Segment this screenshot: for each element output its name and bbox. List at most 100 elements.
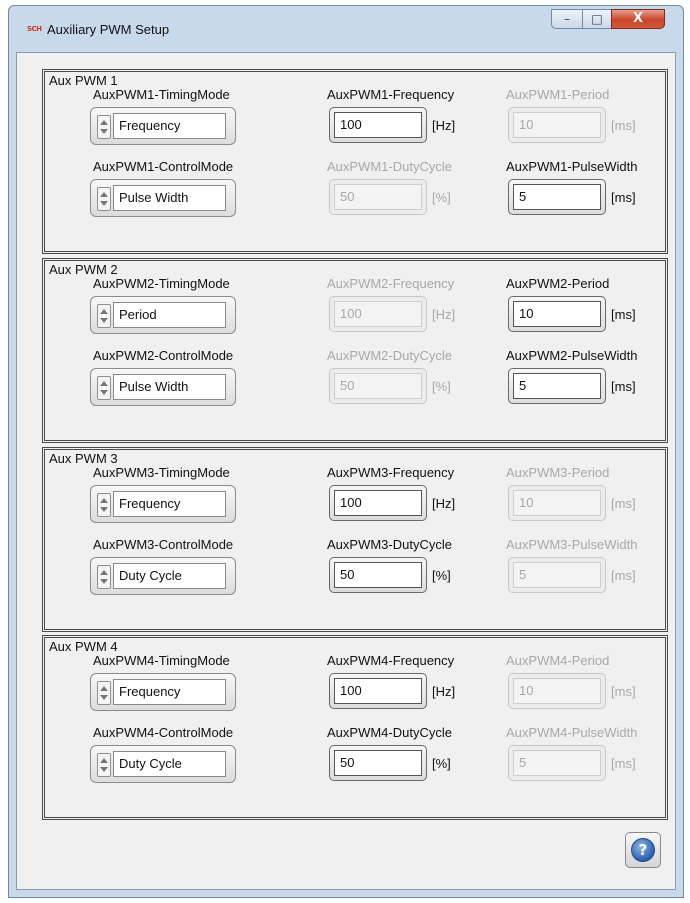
decrement-arrow-icon[interactable] — [100, 579, 108, 584]
timing-mode-value[interactable]: Frequency — [113, 113, 226, 139]
timing-mode-label: AuxPWM2-TimingMode — [93, 276, 230, 291]
frequency-unit: [Hz] — [432, 307, 456, 322]
pulsewidth-numeric-control[interactable]: 5 — [508, 368, 606, 404]
pulsewidth-label: AuxPWM4-PulseWidth — [506, 725, 638, 740]
increment-arrow-icon[interactable] — [100, 498, 108, 503]
window-title: Auxiliary PWM Setup — [47, 22, 170, 37]
timing-mode-ring[interactable]: Period — [90, 296, 236, 334]
frequency-label: AuxPWM4-Frequency — [327, 653, 455, 668]
period-unit: [ms] — [611, 307, 636, 322]
pulsewidth-input[interactable]: 5 — [513, 184, 601, 210]
pulsewidth-label: AuxPWM1-PulseWidth — [506, 159, 638, 174]
timing-mode-increment-decrement-icon[interactable] — [97, 681, 111, 705]
frequency-numeric-control[interactable]: 100 — [329, 107, 427, 143]
timing-mode-increment-decrement-icon[interactable] — [97, 304, 111, 328]
timing-mode-label: AuxPWM1-TimingMode — [93, 87, 230, 102]
decrement-arrow-icon[interactable] — [100, 129, 108, 134]
dutycycle-numeric-control[interactable]: 50 — [329, 745, 427, 781]
control-mode-increment-decrement-icon[interactable] — [97, 187, 111, 211]
timing-mode-increment-decrement-icon[interactable] — [97, 493, 111, 517]
increment-arrow-icon[interactable] — [100, 120, 108, 125]
timing-mode-increment-decrement-icon[interactable] — [97, 115, 111, 139]
period-input: 10 — [513, 678, 601, 704]
dutycycle-unit: [%] — [432, 190, 451, 205]
period-input[interactable]: 10 — [513, 301, 601, 327]
increment-arrow-icon[interactable] — [100, 309, 108, 314]
control-mode-increment-decrement-icon[interactable] — [97, 376, 111, 400]
period-numeric-control: 10 — [508, 485, 606, 521]
window-controls: – □ X — [551, 9, 677, 31]
increment-arrow-icon[interactable] — [100, 192, 108, 197]
control-mode-value[interactable]: Pulse Width — [113, 185, 226, 211]
decrement-arrow-icon[interactable] — [100, 507, 108, 512]
control-mode-value[interactable]: Duty Cycle — [113, 751, 226, 777]
decrement-arrow-icon[interactable] — [100, 767, 108, 772]
control-mode-ring[interactable]: Pulse Width — [90, 179, 236, 217]
control-mode-ring[interactable]: Duty Cycle — [90, 557, 236, 595]
dutycycle-label: AuxPWM4-DutyCycle — [327, 725, 452, 740]
aux-pwm-2-group: Aux PWM 2 AuxPWM2-TimingMode Period AuxPWM2… — [42, 258, 668, 443]
title-bar[interactable]: SCH Auxiliary PWM Setup – □ X — [9, 6, 683, 52]
aux-pwm-4-group: Aux PWM 4 AuxPWM4-TimingMode Frequency AuxP… — [42, 635, 668, 820]
pulsewidth-numeric-control[interactable]: 5 — [508, 179, 606, 215]
pulsewidth-unit: [ms] — [611, 379, 636, 394]
frequency-unit: [Hz] — [432, 118, 456, 133]
dutycycle-unit: [%] — [432, 568, 451, 583]
control-mode-value[interactable]: Pulse Width — [113, 374, 226, 400]
frequency-input[interactable]: 100 — [334, 490, 422, 516]
dutycycle-unit: [%] — [432, 756, 451, 771]
aux-pwm-3-group: Aux PWM 3 AuxPWM3-TimingMode Frequency AuxP… — [42, 447, 668, 632]
timing-mode-ring[interactable]: Frequency — [90, 485, 236, 523]
dutycycle-numeric-control: 50 — [329, 179, 427, 215]
timing-mode-ring[interactable]: Frequency — [90, 107, 236, 145]
timing-mode-value[interactable]: Frequency — [113, 679, 226, 705]
increment-arrow-icon[interactable] — [100, 381, 108, 386]
increment-arrow-icon[interactable] — [100, 758, 108, 763]
dutycycle-numeric-control[interactable]: 50 — [329, 557, 427, 593]
frequency-input[interactable]: 100 — [334, 678, 422, 704]
timing-mode-ring[interactable]: Frequency — [90, 673, 236, 711]
group-title: Aux PWM 3 — [49, 451, 118, 466]
control-mode-ring[interactable]: Duty Cycle — [90, 745, 236, 783]
pulsewidth-input: 5 — [513, 750, 601, 776]
increment-arrow-icon[interactable] — [100, 570, 108, 575]
group-title: Aux PWM 2 — [49, 262, 118, 277]
period-numeric-control: 10 — [508, 107, 606, 143]
period-label: AuxPWM2-Period — [506, 276, 610, 291]
period-numeric-control[interactable]: 10 — [508, 296, 606, 332]
minimize-button[interactable]: – — [551, 9, 583, 29]
control-mode-increment-decrement-icon[interactable] — [97, 565, 111, 589]
period-unit: [ms] — [611, 118, 636, 133]
timing-mode-label: AuxPWM4-TimingMode — [93, 653, 230, 668]
frequency-numeric-control: 100 — [329, 296, 427, 332]
increment-arrow-icon[interactable] — [100, 686, 108, 691]
maximize-button[interactable]: □ — [582, 9, 612, 29]
control-mode-ring[interactable]: Pulse Width — [90, 368, 236, 406]
frequency-numeric-control[interactable]: 100 — [329, 673, 427, 709]
frequency-input[interactable]: 100 — [334, 112, 422, 138]
control-mode-value[interactable]: Duty Cycle — [113, 563, 226, 589]
dutycycle-label: AuxPWM1-DutyCycle — [327, 159, 452, 174]
decrement-arrow-icon[interactable] — [100, 695, 108, 700]
pulsewidth-numeric-control: 5 — [508, 745, 606, 781]
decrement-arrow-icon[interactable] — [100, 390, 108, 395]
frequency-input: 100 — [334, 301, 422, 327]
decrement-arrow-icon[interactable] — [100, 201, 108, 206]
pulsewidth-input[interactable]: 5 — [513, 373, 601, 399]
pulsewidth-label: AuxPWM2-PulseWidth — [506, 348, 638, 363]
pulsewidth-unit: [ms] — [611, 568, 636, 583]
decrement-arrow-icon[interactable] — [100, 318, 108, 323]
help-icon: ? — [631, 838, 655, 862]
control-mode-increment-decrement-icon[interactable] — [97, 753, 111, 777]
timing-mode-value[interactable]: Frequency — [113, 491, 226, 517]
pulsewidth-unit: [ms] — [611, 756, 636, 771]
close-button[interactable]: X — [611, 9, 665, 29]
dutycycle-input: 50 — [334, 373, 422, 399]
help-button[interactable]: ? — [625, 832, 661, 868]
period-input: 10 — [513, 490, 601, 516]
timing-mode-value[interactable]: Period — [113, 302, 226, 328]
pulsewidth-unit: [ms] — [611, 190, 636, 205]
frequency-numeric-control[interactable]: 100 — [329, 485, 427, 521]
dutycycle-input[interactable]: 50 — [334, 750, 422, 776]
dutycycle-input[interactable]: 50 — [334, 562, 422, 588]
